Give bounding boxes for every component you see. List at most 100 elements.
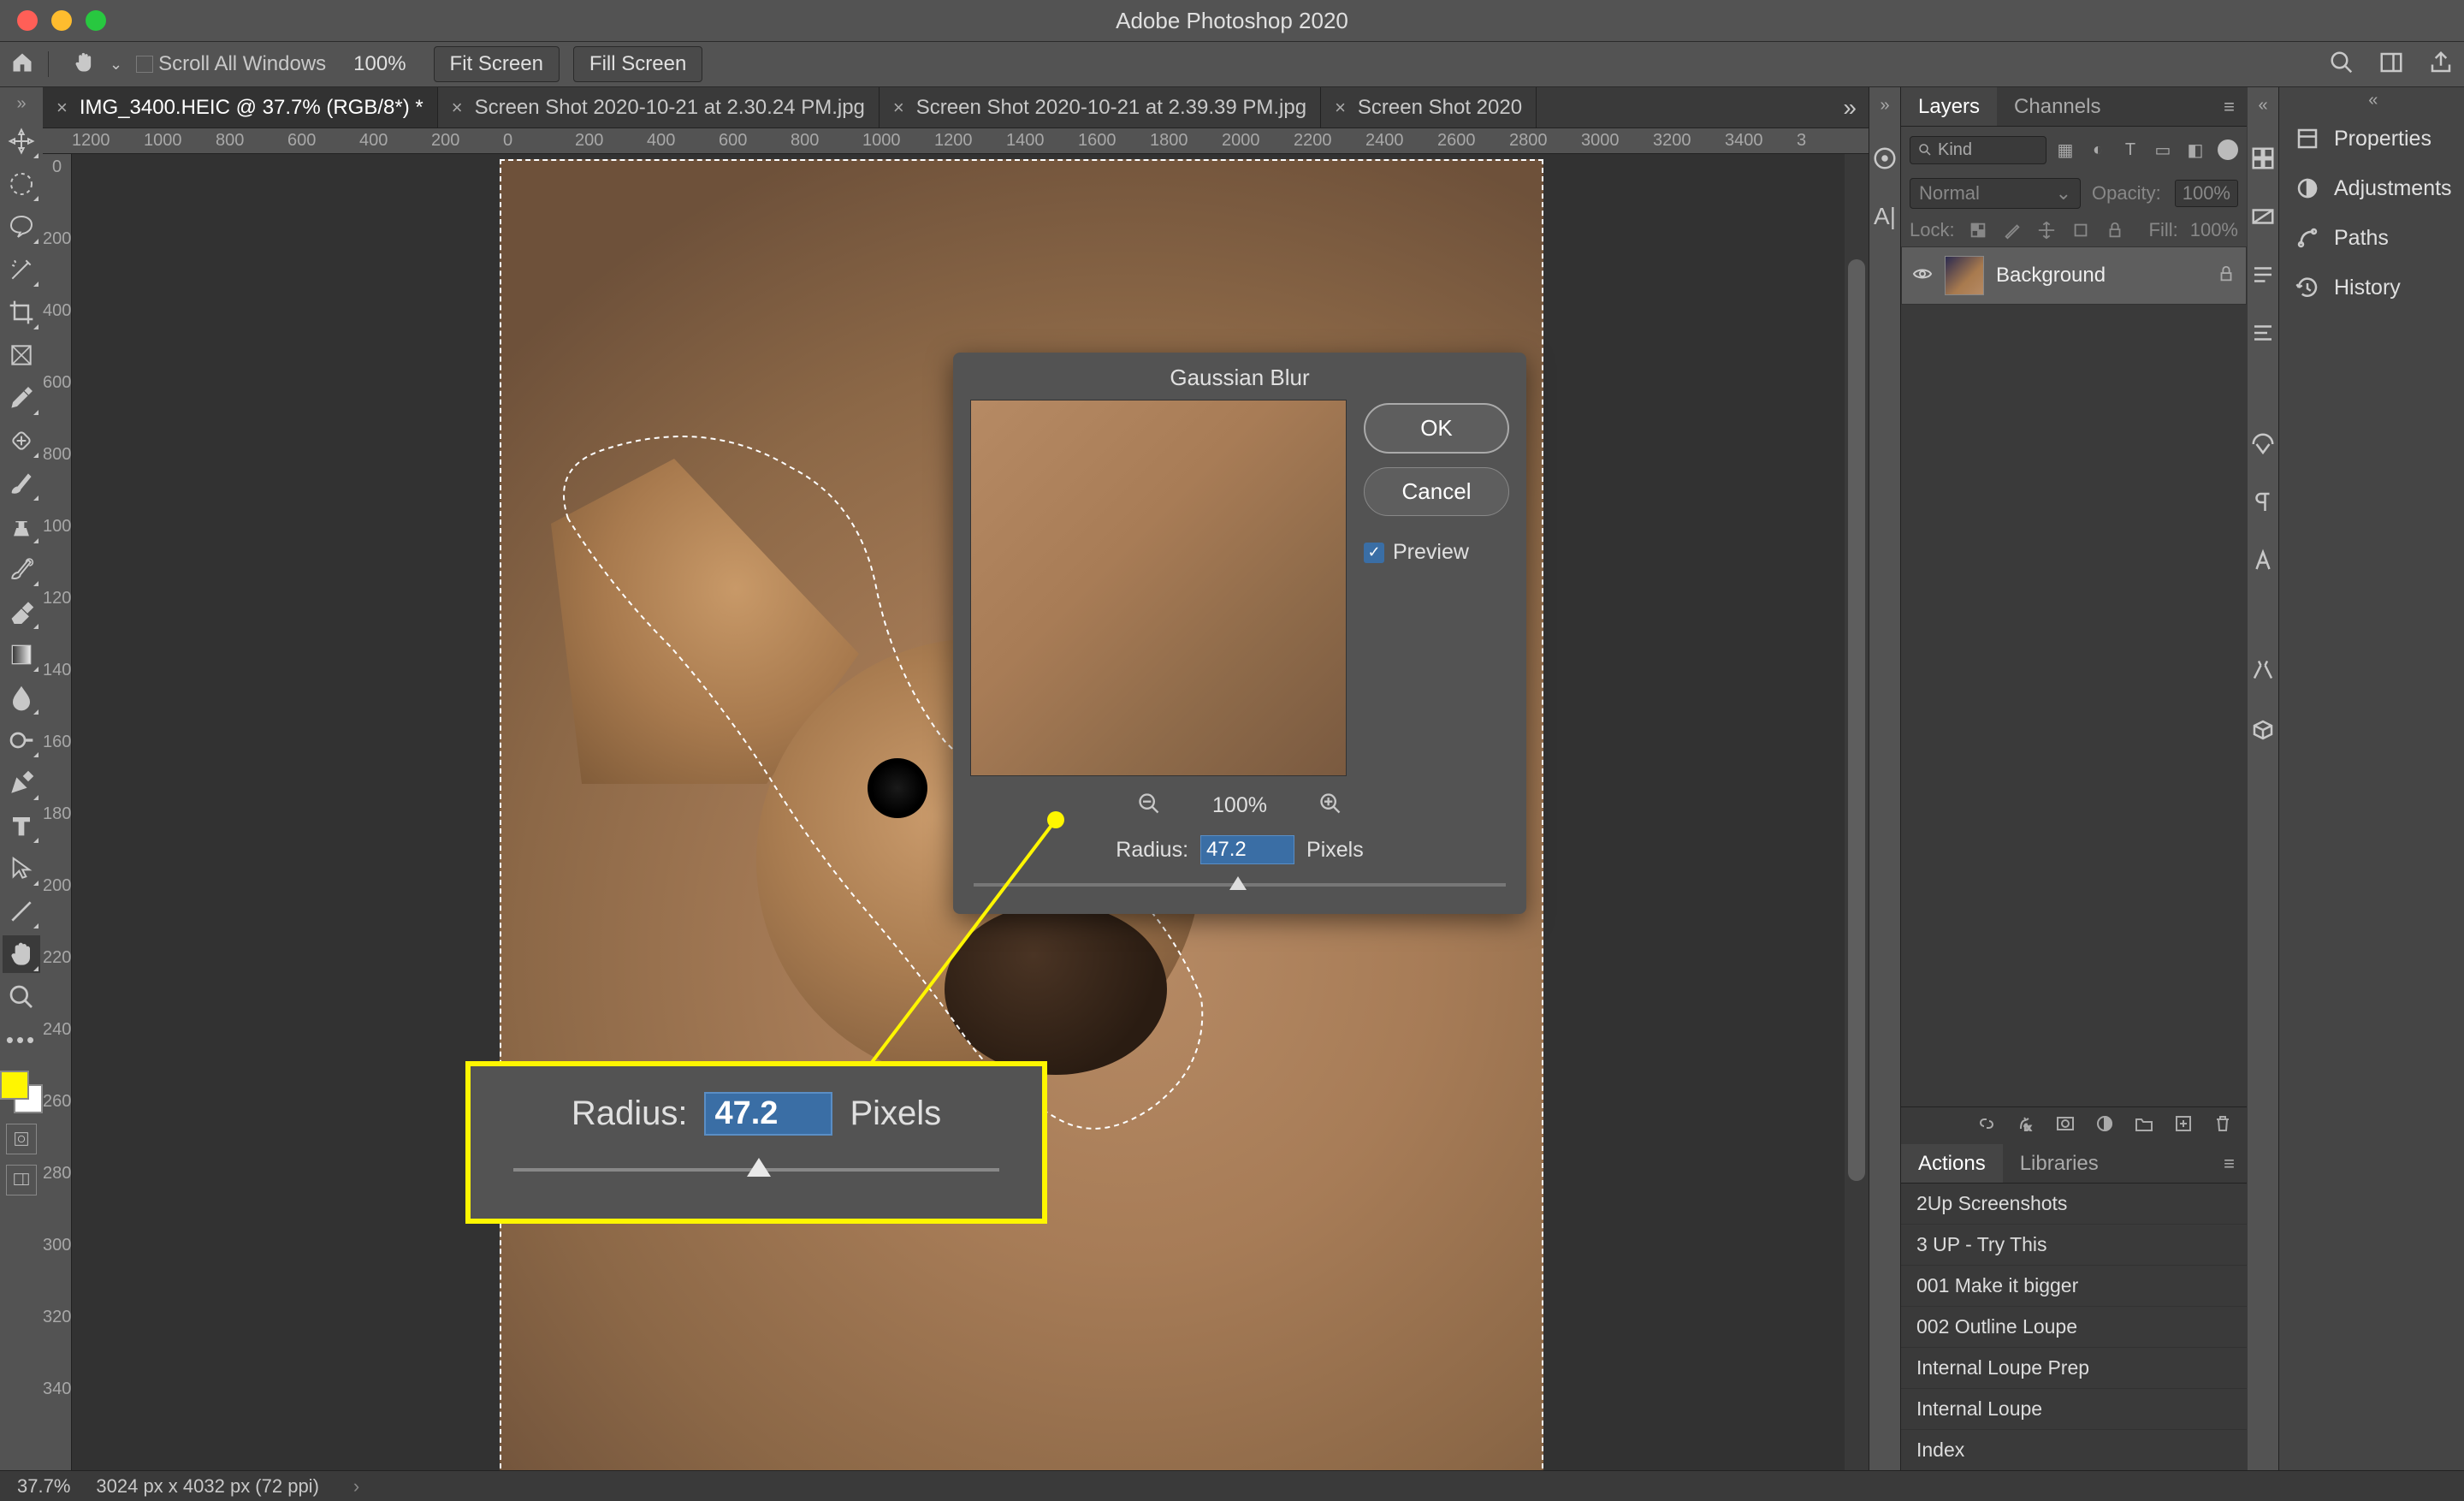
swatches-panel-icon[interactable] bbox=[2248, 143, 2278, 174]
screen-mode-toggle[interactable] bbox=[6, 1165, 37, 1195]
props-collapse-icon[interactable]: « bbox=[2279, 87, 2464, 114]
action-item[interactable]: 002 Outline Loupe bbox=[1901, 1307, 2247, 1348]
lock-all-icon[interactable] bbox=[2104, 219, 2126, 241]
canvas[interactable]: Gaussian Blur OK Cancel ✓Preview 100% bbox=[72, 154, 1869, 1470]
eraser-tool[interactable] bbox=[3, 593, 40, 631]
crop-tool[interactable] bbox=[3, 294, 40, 331]
blend-mode-select[interactable]: Normal⌄ bbox=[1910, 178, 2081, 209]
layer-name[interactable]: Background bbox=[1996, 264, 2106, 288]
radius-input[interactable] bbox=[1200, 835, 1294, 864]
close-tab-icon[interactable]: × bbox=[1335, 97, 1346, 119]
close-tab-icon[interactable]: × bbox=[893, 97, 904, 119]
tab-libraries[interactable]: Libraries bbox=[2003, 1144, 2116, 1183]
status-info[interactable]: 3024 px x 4032 px (72 ppi) bbox=[96, 1475, 319, 1498]
layer-visibility-icon[interactable] bbox=[1912, 264, 1933, 288]
lock-pixels-icon[interactable] bbox=[2001, 219, 2023, 241]
type-tool[interactable] bbox=[3, 807, 40, 845]
eyedropper-tool[interactable] bbox=[3, 379, 40, 417]
modifier-keys-icon[interactable] bbox=[2248, 656, 2278, 687]
glyphs-panel-icon[interactable]: A| bbox=[1869, 201, 1900, 232]
zoom-level[interactable]: 100% bbox=[340, 52, 419, 76]
foreground-color-swatch[interactable] bbox=[0, 1071, 29, 1100]
edit-toolbar[interactable]: ••• bbox=[3, 1021, 40, 1059]
cancel-button[interactable]: Cancel bbox=[1364, 467, 1509, 516]
frame-tool[interactable] bbox=[3, 336, 40, 374]
tab-channels[interactable]: Channels bbox=[1997, 87, 2118, 126]
clone-stamp-tool[interactable] bbox=[3, 507, 40, 545]
ok-button[interactable]: OK bbox=[1364, 403, 1509, 454]
zoom-tool[interactable] bbox=[3, 978, 40, 1016]
filter-shape-icon[interactable]: ▭ bbox=[2153, 139, 2173, 160]
action-item[interactable]: Internal Loupe bbox=[1901, 1389, 2247, 1430]
group-layers-icon[interactable] bbox=[2134, 1113, 2154, 1138]
layer-kind-filter[interactable] bbox=[1910, 136, 2046, 164]
action-item[interactable]: 001 Make it bigger bbox=[1901, 1266, 2247, 1307]
panel-menu-icon[interactable]: ≡ bbox=[2212, 1153, 2247, 1175]
blur-tool[interactable] bbox=[3, 679, 40, 716]
document-tab[interactable]: ×IMG_3400.HEIC @ 37.7% (RGB/8*) * bbox=[43, 87, 438, 128]
zoom-out-icon[interactable] bbox=[1137, 792, 1161, 820]
lock-transparency-icon[interactable] bbox=[1967, 219, 1989, 241]
action-item[interactable]: 2Up Screenshots bbox=[1901, 1184, 2247, 1225]
slider-thumb[interactable] bbox=[1229, 876, 1247, 890]
home-icon[interactable] bbox=[10, 50, 34, 79]
vertical-scrollbar[interactable] bbox=[1845, 154, 1869, 1470]
3d-panel-icon[interactable] bbox=[2248, 715, 2278, 745]
paragraph-panel-icon[interactable] bbox=[2248, 487, 2278, 518]
rail-collapse-icon[interactable]: » bbox=[1880, 96, 1889, 116]
link-layers-icon[interactable] bbox=[1976, 1113, 1997, 1138]
action-item[interactable]: 3 UP - Try This bbox=[1901, 1225, 2247, 1266]
close-tab-icon[interactable]: × bbox=[452, 97, 463, 119]
filter-toggle[interactable] bbox=[2218, 139, 2238, 160]
scroll-all-windows-checkbox[interactable]: Scroll All Windows bbox=[136, 52, 326, 76]
magic-wand-tool[interactable] bbox=[3, 251, 40, 288]
opacity-value[interactable]: 100% bbox=[2175, 180, 2238, 207]
kind-select[interactable] bbox=[1938, 140, 2023, 160]
filter-smart-icon[interactable]: ◧ bbox=[2185, 139, 2206, 160]
navigator-panel-icon[interactable] bbox=[2248, 429, 2278, 460]
learn-panel-icon[interactable] bbox=[1869, 143, 1900, 174]
filter-type-icon[interactable]: T bbox=[2120, 139, 2141, 160]
brush-tool[interactable] bbox=[3, 465, 40, 502]
horizontal-ruler[interactable]: 1200100080060040020002004006008001000120… bbox=[43, 128, 1869, 154]
fill-value[interactable]: 100% bbox=[2190, 219, 2238, 241]
blur-preview[interactable] bbox=[970, 400, 1347, 776]
minimize-window-button[interactable] bbox=[51, 10, 72, 31]
close-tab-icon[interactable]: × bbox=[56, 97, 68, 119]
status-zoom[interactable]: 37.7% bbox=[17, 1475, 70, 1498]
layer-lock-icon[interactable] bbox=[2217, 264, 2236, 288]
maximize-window-button[interactable] bbox=[86, 10, 106, 31]
character-styles-icon[interactable] bbox=[2248, 317, 2278, 348]
more-tabs-icon[interactable]: » bbox=[1831, 87, 1869, 128]
gradient-tool[interactable] bbox=[3, 636, 40, 673]
share-icon[interactable] bbox=[2428, 50, 2454, 80]
gradients-panel-icon[interactable] bbox=[2248, 201, 2278, 232]
layer-mask-icon[interactable] bbox=[2055, 1113, 2076, 1138]
color-swatches[interactable] bbox=[0, 1071, 43, 1113]
action-item[interactable]: Index bbox=[1901, 1430, 2247, 1470]
status-menu-icon[interactable]: › bbox=[353, 1475, 359, 1498]
tab-layers[interactable]: Layers bbox=[1901, 87, 1997, 126]
dodge-tool[interactable] bbox=[3, 721, 40, 759]
vertical-ruler[interactable]: 0200400600800100012001400160018002000220… bbox=[43, 154, 72, 1470]
history-panel-button[interactable]: History bbox=[2279, 263, 2464, 312]
layer-row[interactable]: Background bbox=[1901, 246, 2247, 305]
close-window-button[interactable] bbox=[17, 10, 38, 31]
preview-checkbox[interactable]: ✓Preview bbox=[1364, 540, 1509, 565]
lasso-tool[interactable] bbox=[3, 208, 40, 246]
rail-collapse-icon[interactable]: « bbox=[2258, 96, 2267, 116]
marquee-tool[interactable] bbox=[3, 165, 40, 203]
zoom-in-icon[interactable] bbox=[1318, 792, 1342, 820]
move-tool[interactable] bbox=[3, 122, 40, 160]
pen-tool[interactable] bbox=[3, 764, 40, 802]
healing-brush-tool[interactable] bbox=[3, 422, 40, 460]
filter-adjust-icon[interactable]: ◐ bbox=[2088, 139, 2108, 160]
search-icon[interactable] bbox=[2329, 50, 2354, 80]
document-tab[interactable]: ×Screen Shot 2020-10-21 at 2.30.24 PM.jp… bbox=[438, 87, 880, 128]
tools-collapse-icon[interactable]: » bbox=[16, 94, 26, 114]
layer-style-icon[interactable]: fx bbox=[2016, 1113, 2036, 1138]
lock-position-icon[interactable] bbox=[2035, 219, 2058, 241]
path-selection-tool[interactable] bbox=[3, 850, 40, 887]
gaussian-blur-dialog[interactable]: Gaussian Blur OK Cancel ✓Preview 100% bbox=[953, 353, 1526, 914]
layer-thumbnail[interactable] bbox=[1945, 256, 1984, 295]
